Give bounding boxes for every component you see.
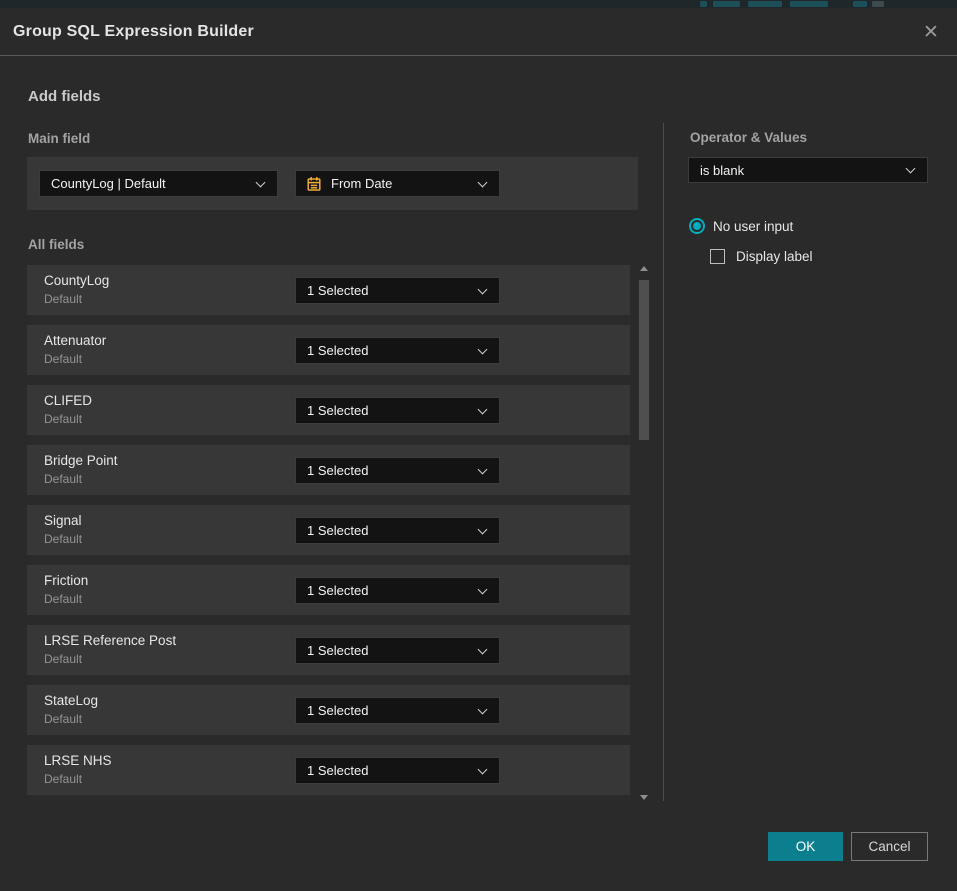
- background-accent: [872, 1, 884, 7]
- no-user-input-radio[interactable]: No user input: [689, 218, 793, 234]
- field-row: Friction Default 1 Selected: [27, 565, 630, 615]
- field-name: Friction: [44, 573, 88, 588]
- field-selected-value: 1 Selected: [296, 763, 479, 778]
- field-name: LRSE Reference Post: [44, 633, 176, 648]
- background-accent: [790, 1, 828, 7]
- field-row: LRSE NHS Default 1 Selected: [27, 745, 630, 795]
- field-selected-value: 1 Selected: [296, 403, 479, 418]
- cancel-button[interactable]: Cancel: [851, 832, 928, 861]
- radio-selected-icon: [689, 218, 705, 234]
- checkbox-unchecked-icon: [710, 249, 725, 264]
- add-fields-heading: Add fields: [28, 88, 101, 105]
- field-subtitle: Default: [44, 592, 82, 606]
- scroll-down-icon[interactable]: [640, 795, 648, 800]
- no-user-input-label: No user input: [713, 219, 793, 234]
- chevron-down-icon: [256, 177, 266, 187]
- operator-values-label: Operator & Values: [690, 130, 807, 145]
- field-row: StateLog Default 1 Selected: [27, 685, 630, 735]
- field-selected-value: 1 Selected: [296, 703, 479, 718]
- calendar-icon: [306, 176, 322, 192]
- field-subtitle: Default: [44, 472, 82, 486]
- main-field-label: Main field: [28, 131, 90, 146]
- field-subtitle: Default: [44, 772, 82, 786]
- field-selected-dropdown[interactable]: 1 Selected: [295, 697, 500, 724]
- field-selected-dropdown[interactable]: 1 Selected: [295, 517, 500, 544]
- field-selected-value: 1 Selected: [296, 583, 479, 598]
- all-fields-list: CountyLog Default 1 Selected Attenuator …: [27, 265, 630, 805]
- field-selected-dropdown[interactable]: 1 Selected: [295, 277, 500, 304]
- background-accent: [713, 1, 740, 7]
- field-subtitle: Default: [44, 292, 82, 306]
- all-fields-label: All fields: [28, 237, 84, 252]
- ok-button[interactable]: OK: [768, 832, 843, 861]
- radio-dot: [693, 222, 701, 230]
- field-subtitle: Default: [44, 532, 82, 546]
- field-subtitle: Default: [44, 712, 82, 726]
- chevron-down-icon: [478, 344, 488, 354]
- field-row: Attenuator Default 1 Selected: [27, 325, 630, 375]
- chevron-down-icon: [478, 177, 488, 187]
- scrollbar[interactable]: [639, 258, 649, 806]
- field-row: Bridge Point Default 1 Selected: [27, 445, 630, 495]
- field-subtitle: Default: [44, 352, 82, 366]
- field-selected-value: 1 Selected: [296, 523, 479, 538]
- field-selected-dropdown[interactable]: 1 Selected: [295, 757, 500, 784]
- field-name: Signal: [44, 513, 82, 528]
- scrollbar-thumb[interactable]: [639, 280, 649, 440]
- field-selected-value: 1 Selected: [296, 283, 479, 298]
- field-row: CountyLog Default 1 Selected: [27, 265, 630, 315]
- chevron-down-icon: [478, 764, 488, 774]
- field-name: Attenuator: [44, 333, 106, 348]
- main-field-layer-dropdown[interactable]: CountyLog | Default: [39, 170, 278, 197]
- chevron-down-icon: [478, 524, 488, 534]
- main-field-field-dropdown[interactable]: From Date: [295, 170, 500, 197]
- field-name: StateLog: [44, 693, 98, 708]
- operator-value: is blank: [689, 163, 907, 178]
- main-field-panel: CountyLog | Default From Date: [27, 157, 638, 210]
- field-subtitle: Default: [44, 412, 82, 426]
- group-sql-expression-builder-dialog: Group SQL Expression Builder ✕ Add field…: [0, 8, 957, 891]
- field-name: LRSE NHS: [44, 753, 112, 768]
- field-selected-value: 1 Selected: [296, 343, 479, 358]
- field-row: CLIFED Default 1 Selected: [27, 385, 630, 435]
- chevron-down-icon: [478, 404, 488, 414]
- field-name: CLIFED: [44, 393, 92, 408]
- chevron-down-icon: [478, 704, 488, 714]
- scroll-up-icon[interactable]: [640, 266, 648, 271]
- main-field-layer-value: CountyLog | Default: [40, 176, 257, 191]
- chevron-down-icon: [478, 284, 488, 294]
- display-label-text: Display label: [736, 249, 813, 264]
- field-selected-dropdown[interactable]: 1 Selected: [295, 397, 500, 424]
- field-selected-dropdown[interactable]: 1 Selected: [295, 457, 500, 484]
- background-accent: [853, 1, 867, 7]
- field-name: CountyLog: [44, 273, 109, 288]
- dialog-title: Group SQL Expression Builder: [13, 23, 254, 41]
- operator-dropdown[interactable]: is blank: [688, 157, 928, 183]
- panel-divider: [663, 123, 664, 801]
- field-row: Signal Default 1 Selected: [27, 505, 630, 555]
- chevron-down-icon: [478, 644, 488, 654]
- chevron-down-icon: [478, 584, 488, 594]
- dialog-titlebar: Group SQL Expression Builder ✕: [0, 8, 957, 56]
- field-name: Bridge Point: [44, 453, 118, 468]
- field-selected-dropdown[interactable]: 1 Selected: [295, 337, 500, 364]
- field-selected-value: 1 Selected: [296, 463, 479, 478]
- main-field-field-value: From Date: [322, 176, 479, 191]
- background-accent: [700, 1, 707, 7]
- field-selected-dropdown[interactable]: 1 Selected: [295, 577, 500, 604]
- field-selected-dropdown[interactable]: 1 Selected: [295, 637, 500, 664]
- field-subtitle: Default: [44, 652, 82, 666]
- field-selected-value: 1 Selected: [296, 643, 479, 658]
- display-label-checkbox[interactable]: Display label: [710, 249, 813, 264]
- chevron-down-icon: [478, 464, 488, 474]
- close-icon[interactable]: ✕: [917, 18, 945, 46]
- field-row: LRSE Reference Post Default 1 Selected: [27, 625, 630, 675]
- chevron-down-icon: [906, 164, 916, 174]
- background-app-strip: [0, 0, 957, 8]
- background-accent: [748, 1, 782, 7]
